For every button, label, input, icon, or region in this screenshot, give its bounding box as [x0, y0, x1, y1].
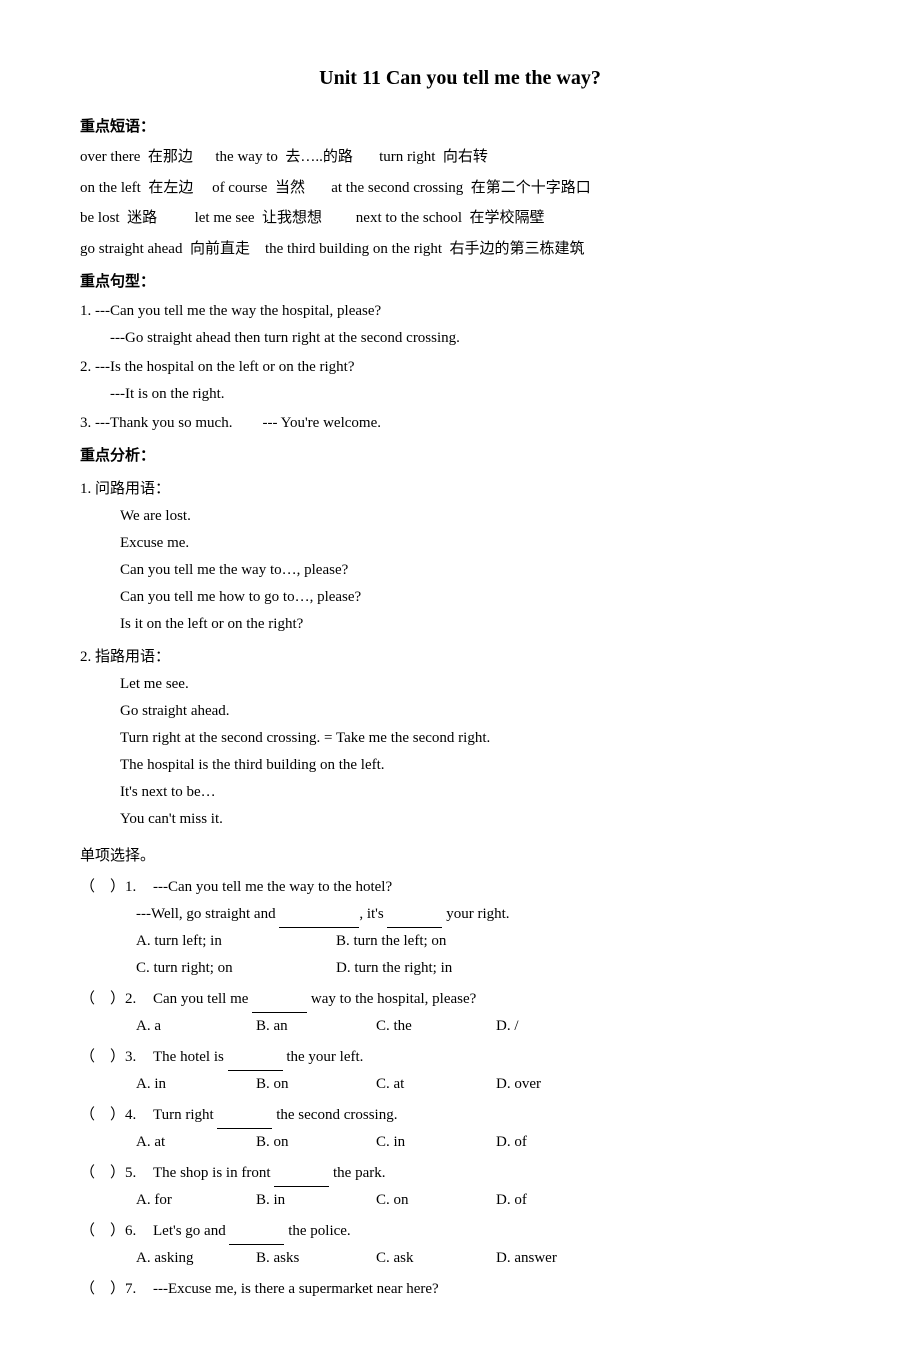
q7-num: 7. — [125, 1276, 153, 1303]
question-4: （ ） 4. Turn right the second crossing. A… — [80, 1102, 840, 1156]
q1-paren: （ ） — [80, 874, 125, 901]
q1-subtext: ---Well, go straight and , it's your rig… — [136, 901, 840, 928]
question-6: （ ） 6. Let's go and the police. A. askin… — [80, 1218, 840, 1272]
q4-num: 4. — [125, 1102, 153, 1129]
analysis-2: 2. 指路用语： — [80, 644, 840, 671]
q5-paren: （ ） — [80, 1160, 125, 1187]
analysis-2-item-3: Turn right at the second crossing. = Tak… — [80, 725, 840, 752]
analysis-2-item-6: You can't miss it. — [80, 806, 840, 833]
vocab-line-2: on the left 在左边 of course 当然 at the seco… — [80, 174, 840, 203]
q4-options-1: A. at B. on C. in D. of — [80, 1129, 840, 1156]
vocab-line-1: over there 在那边 the way to 去…..的路 turn ri… — [80, 143, 840, 172]
analysis-section: 重点分析： 1. 问路用语： We are lost. Excuse me. C… — [80, 443, 840, 833]
analysis-2-item-1: Let me see. — [80, 671, 840, 698]
q3-paren: （ ） — [80, 1044, 125, 1071]
analysis-header: 重点分析： — [80, 443, 840, 470]
q5-options-1: A. for B. in C. on D. of — [80, 1187, 840, 1214]
q4-paren: （ ） — [80, 1102, 125, 1129]
analysis-1: 1. 问路用语： — [80, 476, 840, 503]
q5-num: 5. — [125, 1160, 153, 1187]
q1-options-1: A. turn left; in B. turn the left; on — [80, 928, 840, 955]
analysis-1-item-5: Is it on the left or on the right? — [80, 611, 840, 638]
vocab-line-4: go straight ahead 向前直走 the third buildin… — [80, 235, 840, 264]
analysis-1-item-2: Excuse me. — [80, 530, 840, 557]
analysis-2-item-5: It's next to be… — [80, 779, 840, 806]
q2-text: Can you tell me way to the hospital, ple… — [153, 986, 840, 1013]
question-3: （ ） 3. The hotel is the your left. A. in… — [80, 1044, 840, 1098]
q1-options-2: C. turn right; on D. turn the right; in — [80, 955, 840, 982]
q6-text: Let's go and the police. — [153, 1218, 840, 1245]
q7-paren: （ ） — [80, 1276, 125, 1303]
question-5: （ ） 5. The shop is in front the park. A.… — [80, 1160, 840, 1214]
q6-num: 6. — [125, 1218, 153, 1245]
q2-num: 2. — [125, 986, 153, 1013]
q6-paren: （ ） — [80, 1218, 125, 1245]
question-2: （ ） 2. Can you tell me way to the hospit… — [80, 986, 840, 1040]
question-7: （ ） 7. ---Excuse me, is there a supermar… — [80, 1276, 840, 1303]
q2-options-1: A. a B. an C. the D. / — [80, 1013, 840, 1040]
q7-text: ---Excuse me, is there a supermarket nea… — [153, 1276, 840, 1303]
q3-options-1: A. in B. on C. at D. over — [80, 1071, 840, 1098]
analysis-1-item-1: We are lost. — [80, 503, 840, 530]
sentence-1: 1. ---Can you tell me the way the hospit… — [80, 298, 840, 352]
page-title: Unit 11 Can you tell me the way? — [80, 60, 840, 96]
sentence-2: 2. ---Is the hospital on the left or on … — [80, 354, 840, 408]
sentence-section: 重点句型： 1. ---Can you tell me the way the … — [80, 269, 840, 437]
sentence-3: 3. ---Thank you so much. --- You're welc… — [80, 410, 840, 437]
q3-num: 3. — [125, 1044, 153, 1071]
question-1: （ ） 1. ---Can you tell me the way to the… — [80, 874, 840, 982]
exercise-header: 单项选择。 — [80, 843, 840, 870]
sentence-header: 重点句型： — [80, 269, 840, 296]
q2-paren: （ ） — [80, 986, 125, 1013]
vocab-header: 重点短语： — [80, 114, 840, 141]
analysis-1-item-3: Can you tell me the way to…, please? — [80, 557, 840, 584]
vocab-section: 重点短语： over there 在那边 the way to 去…..的路 t… — [80, 114, 840, 263]
analysis-2-item-4: The hospital is the third building on th… — [80, 752, 840, 779]
vocab-line-3: be lost 迷路 let me see 让我想想 next to the s… — [80, 204, 840, 233]
analysis-1-item-4: Can you tell me how to go to…, please? — [80, 584, 840, 611]
q6-options-1: A. asking B. asks C. ask D. answer — [80, 1245, 840, 1272]
q1-text: ---Can you tell me the way to the hotel? — [153, 874, 840, 901]
q3-text: The hotel is the your left. — [153, 1044, 840, 1071]
q5-text: The shop is in front the park. — [153, 1160, 840, 1187]
analysis-2-item-2: Go straight ahead. — [80, 698, 840, 725]
q1-num: 1. — [125, 874, 153, 901]
q4-text: Turn right the second crossing. — [153, 1102, 840, 1129]
